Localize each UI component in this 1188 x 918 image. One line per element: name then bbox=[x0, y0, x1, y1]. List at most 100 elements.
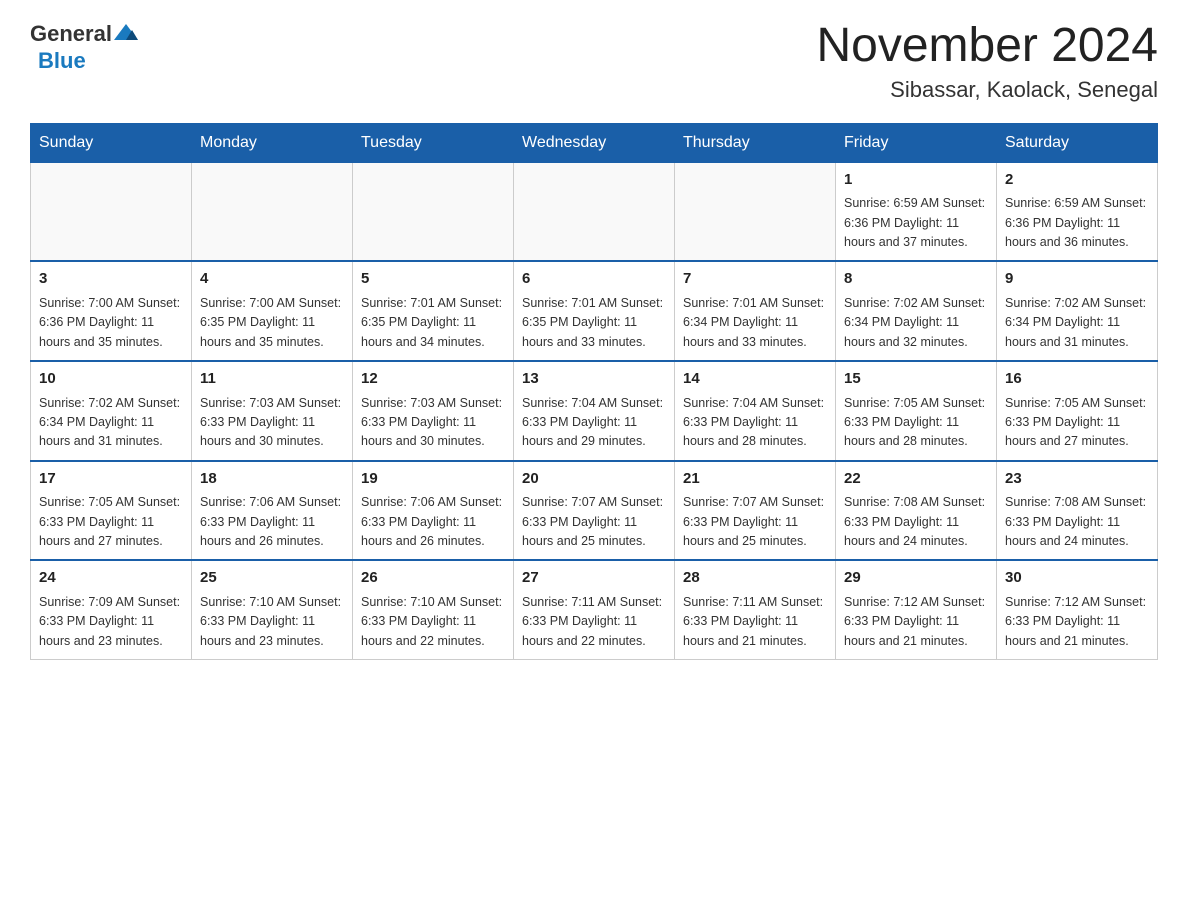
table-row: 30Sunrise: 7:12 AM Sunset: 6:33 PM Dayli… bbox=[997, 560, 1158, 659]
day-number: 23 bbox=[1005, 468, 1149, 491]
table-row: 4 Sunrise: 7:00 AM Sunset: 6:35 PM Daylig… bbox=[192, 261, 353, 361]
table-row bbox=[192, 162, 353, 261]
table-row: 7 Sunrise: 7:01 AM Sunset: 6:34 PM Daylig… bbox=[675, 261, 836, 361]
day-info: Sunrise: 7:01 AM Sunset: 6:34 PM Dayligh… bbox=[683, 294, 827, 352]
table-row: 6 Sunrise: 7:01 AM Sunset: 6:35 PM Daylig… bbox=[514, 261, 675, 361]
day-info: Sunrise: 7:00 AM Sunset: 6:35 PM Dayligh… bbox=[200, 294, 344, 352]
table-row: 27 Sunrise: 7:11 AM Sunset: 6:33 PM Dayli… bbox=[514, 560, 675, 659]
table-row: 18Sunrise: 7:06 AM Sunset: 6:33 PM Dayli… bbox=[192, 461, 353, 561]
day-info: Sunrise: 7:10 AM Sunset: 6:33 PM Dayligh… bbox=[361, 593, 505, 651]
calendar-week-row: 3 Sunrise: 7:00 AM Sunset: 6:36 PM Daylig… bbox=[31, 261, 1158, 361]
day-info: Sunrise: 7:04 AM Sunset: 6:33 PM Dayligh… bbox=[522, 394, 666, 452]
day-info: Sunrise: 7:01 AM Sunset: 6:35 PM Dayligh… bbox=[522, 294, 666, 352]
table-row: 10Sunrise: 7:02 AM Sunset: 6:34 PM Dayli… bbox=[31, 361, 192, 461]
day-number: 19 bbox=[361, 468, 505, 491]
day-info: Sunrise: 7:12 AM Sunset: 6:33 PM Dayligh… bbox=[1005, 593, 1149, 651]
table-row: 16Sunrise: 7:05 AM Sunset: 6:33 PM Dayli… bbox=[997, 361, 1158, 461]
day-info: Sunrise: 6:59 AM Sunset: 6:36 PM Dayligh… bbox=[844, 194, 988, 252]
table-row: 22Sunrise: 7:08 AM Sunset: 6:33 PM Dayli… bbox=[836, 461, 997, 561]
day-number: 4 bbox=[200, 268, 344, 291]
day-number: 7 bbox=[683, 268, 827, 291]
page-header: General Blue November 2024 Sibassar, Kao… bbox=[30, 20, 1158, 103]
day-info: Sunrise: 7:11 AM Sunset: 6:33 PM Dayligh… bbox=[683, 593, 827, 651]
header-tuesday: Tuesday bbox=[353, 123, 514, 162]
day-info: Sunrise: 7:08 AM Sunset: 6:33 PM Dayligh… bbox=[844, 493, 988, 551]
table-row bbox=[675, 162, 836, 261]
table-row bbox=[353, 162, 514, 261]
day-number: 13 bbox=[522, 368, 666, 391]
day-info: Sunrise: 7:07 AM Sunset: 6:33 PM Dayligh… bbox=[683, 493, 827, 551]
day-number: 3 bbox=[39, 268, 183, 291]
day-number: 5 bbox=[361, 268, 505, 291]
day-number: 1 bbox=[844, 169, 988, 192]
calendar-title: November 2024 bbox=[816, 20, 1158, 73]
calendar-week-row: 24 Sunrise: 7:09 AM Sunset: 6:33 PM Dayli… bbox=[31, 560, 1158, 659]
day-info: Sunrise: 7:02 AM Sunset: 6:34 PM Dayligh… bbox=[844, 294, 988, 352]
day-info: Sunrise: 7:03 AM Sunset: 6:33 PM Dayligh… bbox=[361, 394, 505, 452]
table-row: 24 Sunrise: 7:09 AM Sunset: 6:33 PM Dayli… bbox=[31, 560, 192, 659]
header-saturday: Saturday bbox=[997, 123, 1158, 162]
logo: General Blue bbox=[30, 20, 140, 74]
day-info: Sunrise: 7:07 AM Sunset: 6:33 PM Dayligh… bbox=[522, 493, 666, 551]
day-number: 26 bbox=[361, 567, 505, 590]
header-friday: Friday bbox=[836, 123, 997, 162]
title-section: November 2024 Sibassar, Kaolack, Senegal bbox=[816, 20, 1158, 103]
day-info: Sunrise: 7:08 AM Sunset: 6:33 PM Dayligh… bbox=[1005, 493, 1149, 551]
day-number: 12 bbox=[361, 368, 505, 391]
day-info: Sunrise: 7:01 AM Sunset: 6:35 PM Dayligh… bbox=[361, 294, 505, 352]
day-number: 15 bbox=[844, 368, 988, 391]
header-thursday: Thursday bbox=[675, 123, 836, 162]
day-info: Sunrise: 7:05 AM Sunset: 6:33 PM Dayligh… bbox=[1005, 394, 1149, 452]
calendar-subtitle: Sibassar, Kaolack, Senegal bbox=[816, 77, 1158, 103]
header-wednesday: Wednesday bbox=[514, 123, 675, 162]
day-number: 10 bbox=[39, 368, 183, 391]
table-row: 29Sunrise: 7:12 AM Sunset: 6:33 PM Dayli… bbox=[836, 560, 997, 659]
table-row: 25Sunrise: 7:10 AM Sunset: 6:33 PM Dayli… bbox=[192, 560, 353, 659]
day-number: 9 bbox=[1005, 268, 1149, 291]
day-info: Sunrise: 7:02 AM Sunset: 6:34 PM Dayligh… bbox=[1005, 294, 1149, 352]
header-monday: Monday bbox=[192, 123, 353, 162]
day-info: Sunrise: 7:06 AM Sunset: 6:33 PM Dayligh… bbox=[361, 493, 505, 551]
day-info: Sunrise: 7:00 AM Sunset: 6:36 PM Dayligh… bbox=[39, 294, 183, 352]
day-info: Sunrise: 7:04 AM Sunset: 6:33 PM Dayligh… bbox=[683, 394, 827, 452]
table-row bbox=[514, 162, 675, 261]
day-info: Sunrise: 7:11 AM Sunset: 6:33 PM Dayligh… bbox=[522, 593, 666, 651]
table-row: 14 Sunrise: 7:04 AM Sunset: 6:33 PM Dayli… bbox=[675, 361, 836, 461]
day-info: Sunrise: 7:05 AM Sunset: 6:33 PM Dayligh… bbox=[39, 493, 183, 551]
day-info: Sunrise: 6:59 AM Sunset: 6:36 PM Dayligh… bbox=[1005, 194, 1149, 252]
header-sunday: Sunday bbox=[31, 123, 192, 162]
day-number: 24 bbox=[39, 567, 183, 590]
table-row: 26 Sunrise: 7:10 AM Sunset: 6:33 PM Dayli… bbox=[353, 560, 514, 659]
table-row: 1Sunrise: 6:59 AM Sunset: 6:36 PM Daylig… bbox=[836, 162, 997, 261]
table-row: 20Sunrise: 7:07 AM Sunset: 6:33 PM Dayli… bbox=[514, 461, 675, 561]
day-number: 2 bbox=[1005, 169, 1149, 192]
table-row: 5 Sunrise: 7:01 AM Sunset: 6:35 PM Daylig… bbox=[353, 261, 514, 361]
table-row: 17Sunrise: 7:05 AM Sunset: 6:33 PM Dayli… bbox=[31, 461, 192, 561]
day-number: 14 bbox=[683, 368, 827, 391]
calendar-header-row: Sunday Monday Tuesday Wednesday Thursday… bbox=[31, 123, 1158, 162]
logo-general-text: General bbox=[30, 21, 112, 47]
table-row: 19Sunrise: 7:06 AM Sunset: 6:33 PM Dayli… bbox=[353, 461, 514, 561]
calendar-week-row: 17Sunrise: 7:05 AM Sunset: 6:33 PM Dayli… bbox=[31, 461, 1158, 561]
day-number: 27 bbox=[522, 567, 666, 590]
table-row: 21Sunrise: 7:07 AM Sunset: 6:33 PM Dayli… bbox=[675, 461, 836, 561]
table-row: 28Sunrise: 7:11 AM Sunset: 6:33 PM Dayli… bbox=[675, 560, 836, 659]
day-info: Sunrise: 7:06 AM Sunset: 6:33 PM Dayligh… bbox=[200, 493, 344, 551]
day-number: 11 bbox=[200, 368, 344, 391]
logo-blue-text: Blue bbox=[38, 48, 86, 74]
day-info: Sunrise: 7:05 AM Sunset: 6:33 PM Dayligh… bbox=[844, 394, 988, 452]
table-row: 3 Sunrise: 7:00 AM Sunset: 6:36 PM Daylig… bbox=[31, 261, 192, 361]
table-row: 15 Sunrise: 7:05 AM Sunset: 6:33 PM Dayli… bbox=[836, 361, 997, 461]
table-row: 13 Sunrise: 7:04 AM Sunset: 6:33 PM Dayli… bbox=[514, 361, 675, 461]
logo-icon bbox=[112, 20, 140, 48]
day-info: Sunrise: 7:10 AM Sunset: 6:33 PM Dayligh… bbox=[200, 593, 344, 651]
table-row: 11Sunrise: 7:03 AM Sunset: 6:33 PM Dayli… bbox=[192, 361, 353, 461]
day-number: 8 bbox=[844, 268, 988, 291]
day-number: 21 bbox=[683, 468, 827, 491]
table-row: 23Sunrise: 7:08 AM Sunset: 6:33 PM Dayli… bbox=[997, 461, 1158, 561]
day-number: 6 bbox=[522, 268, 666, 291]
day-number: 20 bbox=[522, 468, 666, 491]
table-row: 8 Sunrise: 7:02 AM Sunset: 6:34 PM Daylig… bbox=[836, 261, 997, 361]
day-info: Sunrise: 7:09 AM Sunset: 6:33 PM Dayligh… bbox=[39, 593, 183, 651]
day-info: Sunrise: 7:12 AM Sunset: 6:33 PM Dayligh… bbox=[844, 593, 988, 651]
